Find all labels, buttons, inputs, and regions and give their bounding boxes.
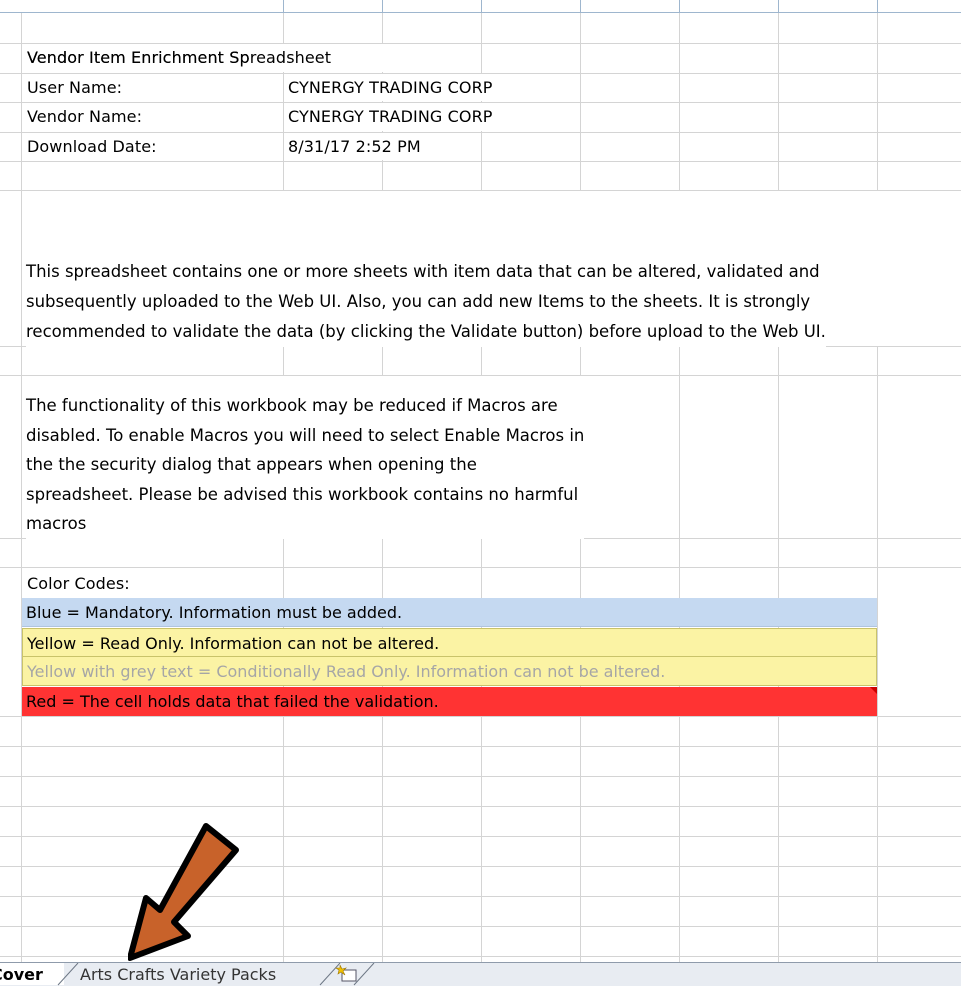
vendor-name-value: CYNERGY TRADING CORP xyxy=(288,107,493,126)
intro-paragraph: This spreadsheet contains one or more sh… xyxy=(26,257,826,347)
color-code-red-text: Red = The cell holds data that failed th… xyxy=(26,692,439,711)
column-divider[interactable] xyxy=(283,0,284,12)
tab-arts-crafts-variety-packs[interactable]: Arts Crafts Variety Packs xyxy=(80,963,276,985)
tab-cover[interactable]: Cover xyxy=(0,963,64,985)
macro-paragraph: The functionality of this workbook may b… xyxy=(26,391,585,539)
gridline xyxy=(0,161,961,162)
column-divider[interactable] xyxy=(679,0,680,12)
gridline xyxy=(778,0,779,962)
column-header-row[interactable] xyxy=(0,0,961,13)
gridline xyxy=(0,776,961,777)
macro-line: The functionality of this workbook may b… xyxy=(26,396,558,415)
color-codes-heading: Color Codes: xyxy=(27,574,130,593)
download-date-value: 8/31/17 2:52 PM xyxy=(288,137,421,156)
macro-line: the the security dialog that appears whe… xyxy=(26,455,477,474)
tab-divider xyxy=(57,963,79,986)
sheet-title-overlay: Vendor Item Enrichment Spreadsheet xyxy=(27,48,332,67)
column-divider[interactable] xyxy=(481,0,482,12)
gridline xyxy=(0,806,961,807)
color-code-red[interactable]: Red = The cell holds data that failed th… xyxy=(22,687,877,716)
intro-line: subsequently uploaded to the Web UI. Als… xyxy=(26,292,811,311)
column-divider[interactable] xyxy=(382,0,383,12)
gridline xyxy=(679,0,680,962)
macro-line: spreadsheet. Please be advised this work… xyxy=(26,484,579,504)
intro-line: This spreadsheet contains one or more sh… xyxy=(26,262,820,281)
color-code-yellow[interactable]: Yellow = Read Only. Information can not … xyxy=(22,628,877,657)
gridline xyxy=(0,43,961,44)
comment-indicator-icon xyxy=(870,687,877,694)
sheet-tab-bar: Cover Arts Crafts Variety Packs xyxy=(0,962,961,986)
column-divider[interactable] xyxy=(778,0,779,12)
vendor-name-label: Vendor Name: xyxy=(27,107,143,126)
macro-line: macros xyxy=(26,514,87,533)
intro-line: recommended to validate the data (by cli… xyxy=(26,322,826,341)
gridline xyxy=(0,746,961,747)
download-date-label: Download Date: xyxy=(27,137,157,156)
column-divider[interactable] xyxy=(877,0,878,12)
orange-arrow-icon xyxy=(128,823,239,961)
gridline xyxy=(0,716,961,717)
gridline xyxy=(0,132,961,133)
tab-divider xyxy=(353,963,375,986)
column-divider[interactable] xyxy=(580,0,581,12)
gridline xyxy=(877,0,878,962)
color-code-grey[interactable]: Yellow with grey text = Conditionally Re… xyxy=(22,657,877,686)
macro-line: disabled. To enable Macros you will need… xyxy=(26,425,585,445)
user-name-value: CYNERGY TRADING CORP xyxy=(288,78,493,97)
tab-cover-label: Cover xyxy=(0,965,43,984)
color-code-blue[interactable]: Blue = Mandatory. Information must be ad… xyxy=(22,598,877,627)
user-name-label: User Name: xyxy=(27,78,123,97)
tab-arts-crafts-label: Arts Crafts Variety Packs xyxy=(80,965,277,984)
